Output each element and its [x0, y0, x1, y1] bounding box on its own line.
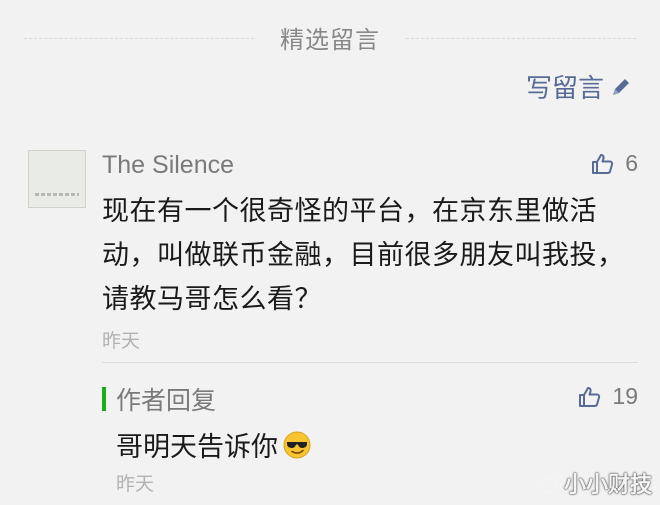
reply-header: 作者回复 — [102, 381, 216, 417]
comment-time: 昨天 — [102, 330, 141, 352]
avatar[interactable] — [28, 150, 86, 208]
write-comment-link[interactable]: 写留言 — [526, 68, 632, 105]
selected-comments-header: 精选留言 — [24, 16, 636, 56]
reply-time: 昨天 — [116, 473, 155, 495]
comment-like-button[interactable]: 6 — [591, 150, 638, 177]
comment-content: 现在有一个很奇怪的平台，在京东里做活动，叫做联币金融，目前很多朋友叫我投，请教马… — [102, 196, 625, 315]
weibo-icon — [536, 474, 558, 493]
sunglasses-emoji-icon — [283, 431, 311, 458]
header-divider-right — [406, 38, 636, 39]
watermark: 小小财技 — [536, 467, 652, 499]
watermark-text: 小小财技 — [563, 473, 652, 498]
reply-like-button[interactable]: 19 — [578, 383, 638, 410]
write-comment-label: 写留言 — [525, 74, 604, 104]
reply-text: 哥明天告诉你 — [116, 432, 278, 463]
avatar-text-stripe — [35, 193, 79, 196]
comment-like-count: 6 — [625, 150, 638, 176]
reply-content: 哥明天告诉你 — [116, 425, 312, 464]
thumbs-up-icon — [592, 153, 614, 174]
comment-body: The Silence 现在有一个很奇怪的平台，在京东里做活动，叫做联币金融，目… — [102, 148, 636, 353]
comment-nickname: The Silence — [102, 151, 235, 179]
reply-author-label: 作者回复 — [116, 386, 217, 415]
reply-like-count: 19 — [612, 383, 638, 409]
pencil-icon — [613, 78, 629, 95]
thumbs-up-icon — [579, 386, 601, 407]
author-reply: 作者回复 19 哥明天告诉你 昨天 — [102, 362, 638, 495]
reply-accent-bar — [102, 387, 106, 411]
